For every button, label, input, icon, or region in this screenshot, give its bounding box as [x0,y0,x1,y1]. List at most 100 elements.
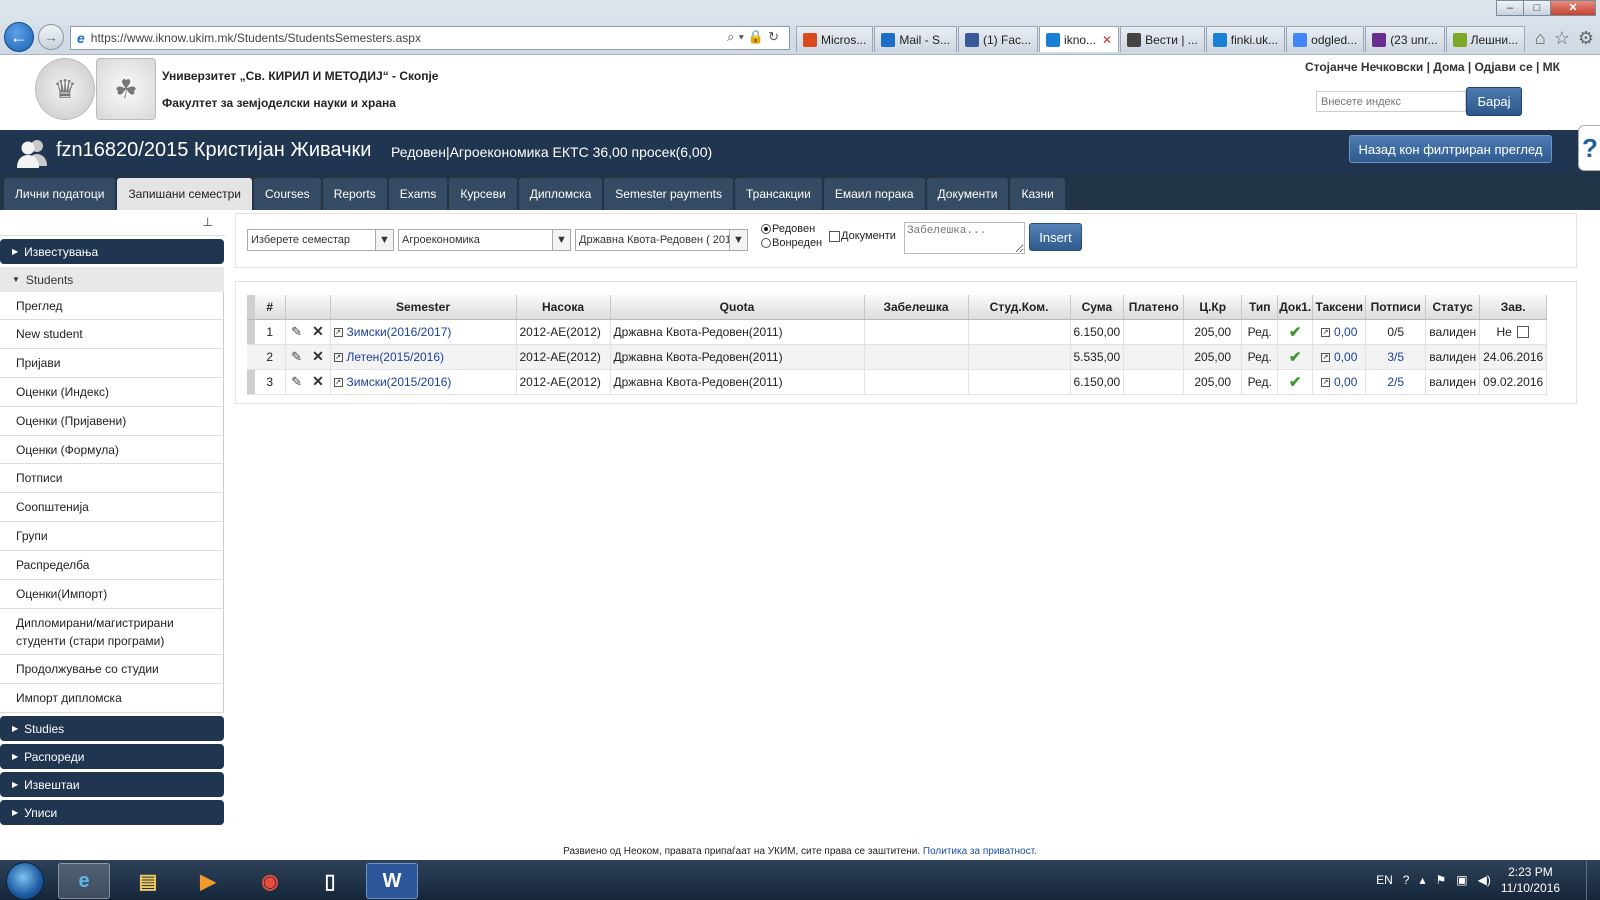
main-tab[interactable]: Semester payments [604,178,733,210]
user-links[interactable]: Стојанче Нечковски | Дома | Одјави се | … [1305,60,1560,74]
sidebar-group[interactable]: ▶ Извештаи [0,772,224,797]
radio-button[interactable] [761,224,771,234]
sidebar-item[interactable]: Групи [0,522,224,551]
signatures-cell[interactable]: 2/5 [1365,369,1427,395]
main-tab[interactable]: Курсеви [449,178,517,210]
forward-button[interactable]: → [38,24,64,50]
edit-pencil-icon[interactable]: ✎ [291,324,302,339]
open-external-icon[interactable]: ↗ [1321,352,1331,362]
address-bar[interactable]: e https://www.iknow.ukim.mk/Students/Stu… [70,26,790,50]
sidebar-item[interactable]: Дипломирани/магистрирани студенти (стари… [0,609,224,655]
main-tab[interactable]: Дипломска [518,178,603,210]
sidebar-item[interactable]: Импорт дипломска [0,684,224,713]
radio-button[interactable] [761,238,771,248]
clock[interactable]: 2:23 PM 11/10/2016 [1501,864,1560,896]
semester-link[interactable]: Летен(2015/2016) [347,350,445,364]
sidebar-item[interactable]: Распределба [0,551,224,580]
network-icon[interactable]: ▣ [1456,873,1467,887]
main-tab[interactable]: Reports [322,178,387,210]
main-tab[interactable]: Емаил порака [823,178,925,210]
ie-taskbar-icon[interactable]: e [58,863,110,899]
minimize-button[interactable]: – [1496,0,1524,16]
main-tab[interactable]: Courses [254,178,321,210]
browser-tab[interactable]: Mail - S... [874,26,958,52]
back-to-filtered-view-button[interactable]: Назад кон филтриран преглед [1349,135,1552,163]
sidebar-item[interactable]: Оценки (Индекс) [0,378,224,407]
semester-select[interactable]: Изберете семестар ▼ [247,229,394,251]
sidebar-group[interactable]: ▶ Распореди [0,744,224,769]
search-button[interactable]: Барај [1466,87,1522,116]
open-external-icon[interactable]: ↗ [1321,377,1331,387]
browser-tab[interactable]: (1) Fac... [958,26,1039,52]
settings-gear-icon[interactable]: ⚙ [1578,28,1594,49]
sidebar-item[interactable]: Продолжување со студии [0,655,224,684]
help-icon[interactable]: ? [1578,125,1600,171]
quota-select[interactable]: Државна Квота-Редовен ( 201 ▼ [575,229,748,251]
open-external-icon[interactable]: ↗ [333,377,343,387]
privacy-link[interactable]: Политика за приватност. [923,846,1037,857]
taxes-link[interactable]: 0,00 [1334,350,1357,364]
flag-icon[interactable]: ⚑ [1435,873,1446,887]
edit-pencil-icon[interactable]: ✎ [291,349,302,364]
arrow-up-icon[interactable]: ▴ [1419,873,1425,887]
radio-irregular[interactable]: Вонреден [761,237,822,249]
semester-link[interactable]: Зимски(2016/2017) [347,325,452,339]
sidebar-group-students[interactable]: ▼ Students [0,267,224,292]
main-tab[interactable]: Exams [388,178,448,210]
maximize-button[interactable]: □ [1523,0,1551,16]
program-select[interactable]: Агроекономика ▼ [398,229,571,251]
taxes-link[interactable]: 0,00 [1334,325,1357,339]
checkbox[interactable] [829,230,840,242]
main-tab[interactable]: Документи [926,178,1009,210]
delete-x-icon[interactable]: ✕ [312,373,324,389]
browser-tab[interactable]: Вести | ... [1120,26,1205,52]
pin-icon[interactable]: ⊥ [203,215,213,229]
main-tab[interactable]: Казни [1010,178,1065,210]
help-tray-icon[interactable]: ? [1403,873,1410,887]
sidebar-item[interactable]: Оценки(Импорт) [0,580,224,609]
sidebar-item[interactable]: Потписи [0,464,224,493]
open-external-icon[interactable]: ↗ [1321,327,1331,337]
back-button[interactable]: ← [4,22,34,52]
sidebar-item[interactable]: Оценки (Пријавени) [0,407,224,436]
show-desktop-button[interactable] [1586,860,1600,900]
close-window-button[interactable]: ✕ [1550,0,1596,16]
language-indicator[interactable]: EN [1376,873,1393,887]
open-external-icon[interactable]: ↗ [333,327,343,337]
index-search-input[interactable] [1316,91,1466,112]
completed-checkbox[interactable] [1516,326,1529,339]
sidebar-group[interactable]: ▶ Уписи [0,800,224,825]
sidebar-item[interactable]: Соопштенија [0,493,224,522]
home-icon[interactable]: ⌂ [1535,28,1546,49]
browser-tab[interactable]: Micros... [796,26,874,52]
edit-pencil-icon[interactable]: ✎ [291,374,302,389]
sidebar-pin[interactable]: ⊥ [0,210,225,236]
sidebar-group[interactable]: ▶ Studies [0,716,224,741]
media-player-taskbar-icon[interactable]: ▶ [182,863,234,899]
word-taskbar-icon[interactable]: W [366,863,418,899]
documents-checkbox[interactable]: Документи [829,230,896,242]
sidebar-item[interactable]: New student [0,320,224,349]
browser-tab[interactable]: (23 unr... [1365,26,1445,52]
address-tools-icon[interactable]: ⌕▾🔒↻ [727,29,783,45]
explorer-taskbar-icon[interactable]: ▤ [122,863,174,899]
browser-tab[interactable]: odgled... [1286,26,1365,52]
main-tab[interactable]: Лични податоци [4,178,116,210]
start-button[interactable] [6,862,44,900]
favorites-star-icon[interactable]: ☆ [1554,28,1570,49]
delete-x-icon[interactable]: ✕ [312,323,324,339]
sidebar-group-notifications[interactable]: ▶ Известувања [0,239,224,264]
note-field[interactable] [904,222,1025,254]
volume-icon[interactable]: ◀) [1478,873,1491,887]
open-external-icon[interactable]: ↗ [333,352,343,362]
sidebar-item[interactable]: Пријави [0,349,224,378]
signatures-cell[interactable]: 3/5 [1365,344,1427,370]
delete-x-icon[interactable]: ✕ [312,348,324,364]
sidebar-item[interactable]: Оценки (Формула) [0,436,224,464]
main-tab[interactable]: Запишани семестри [117,178,252,210]
browser-tab[interactable]: ikno... ✕ [1039,26,1120,52]
main-tab[interactable]: Трансакции [734,178,822,210]
browser-tab[interactable]: finki.uk... [1205,26,1286,52]
semester-link[interactable]: Зимски(2015/2016) [347,375,452,389]
sidebar-item[interactable]: Преглед [0,292,224,320]
